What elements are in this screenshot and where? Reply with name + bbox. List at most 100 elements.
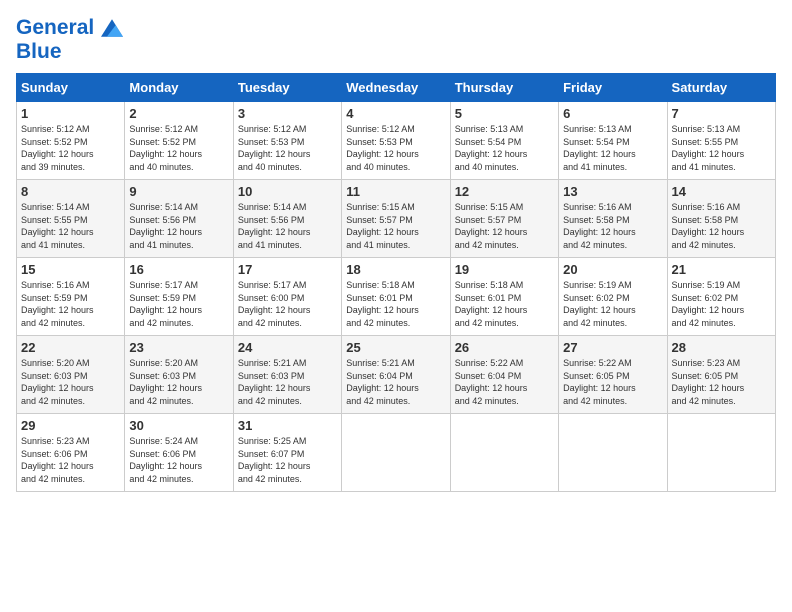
cell-info: Sunrise: 5:21 AMSunset: 6:03 PMDaylight:… xyxy=(238,358,311,406)
cell-info: Sunrise: 5:23 AMSunset: 6:05 PMDaylight:… xyxy=(672,358,745,406)
main-container: General Blue SundayMondayTuesdayWednesda… xyxy=(0,0,792,502)
calendar-cell: 10 Sunrise: 5:14 AMSunset: 5:56 PMDaylig… xyxy=(233,180,341,258)
cell-info: Sunrise: 5:12 AMSunset: 5:53 PMDaylight:… xyxy=(238,124,311,172)
cell-info: Sunrise: 5:18 AMSunset: 6:01 PMDaylight:… xyxy=(455,280,528,328)
day-number: 20 xyxy=(563,262,662,277)
weekday-header-cell: Thursday xyxy=(450,74,558,102)
cell-info: Sunrise: 5:13 AMSunset: 5:55 PMDaylight:… xyxy=(672,124,745,172)
calendar-week-row: 15 Sunrise: 5:16 AMSunset: 5:59 PMDaylig… xyxy=(17,258,776,336)
cell-info: Sunrise: 5:12 AMSunset: 5:53 PMDaylight:… xyxy=(346,124,419,172)
day-number: 12 xyxy=(455,184,554,199)
cell-info: Sunrise: 5:12 AMSunset: 5:52 PMDaylight:… xyxy=(129,124,202,172)
calendar-cell: 25 Sunrise: 5:21 AMSunset: 6:04 PMDaylig… xyxy=(342,336,450,414)
calendar-week-row: 1 Sunrise: 5:12 AMSunset: 5:52 PMDayligh… xyxy=(17,102,776,180)
cell-info: Sunrise: 5:14 AMSunset: 5:55 PMDaylight:… xyxy=(21,202,94,250)
weekday-header-cell: Wednesday xyxy=(342,74,450,102)
calendar-cell: 28 Sunrise: 5:23 AMSunset: 6:05 PMDaylig… xyxy=(667,336,775,414)
cell-info: Sunrise: 5:25 AMSunset: 6:07 PMDaylight:… xyxy=(238,436,311,484)
calendar-cell: 18 Sunrise: 5:18 AMSunset: 6:01 PMDaylig… xyxy=(342,258,450,336)
day-number: 7 xyxy=(672,106,771,121)
calendar-cell: 12 Sunrise: 5:15 AMSunset: 5:57 PMDaylig… xyxy=(450,180,558,258)
calendar-cell: 31 Sunrise: 5:25 AMSunset: 6:07 PMDaylig… xyxy=(233,414,341,492)
cell-info: Sunrise: 5:12 AMSunset: 5:52 PMDaylight:… xyxy=(21,124,94,172)
day-number: 9 xyxy=(129,184,228,199)
day-number: 25 xyxy=(346,340,445,355)
calendar-cell: 21 Sunrise: 5:19 AMSunset: 6:02 PMDaylig… xyxy=(667,258,775,336)
day-number: 23 xyxy=(129,340,228,355)
calendar-cell: 9 Sunrise: 5:14 AMSunset: 5:56 PMDayligh… xyxy=(125,180,233,258)
day-number: 4 xyxy=(346,106,445,121)
calendar-cell: 17 Sunrise: 5:17 AMSunset: 6:00 PMDaylig… xyxy=(233,258,341,336)
day-number: 14 xyxy=(672,184,771,199)
calendar-cell: 2 Sunrise: 5:12 AMSunset: 5:52 PMDayligh… xyxy=(125,102,233,180)
calendar-table: SundayMondayTuesdayWednesdayThursdayFrid… xyxy=(16,73,776,492)
cell-info: Sunrise: 5:13 AMSunset: 5:54 PMDaylight:… xyxy=(455,124,528,172)
cell-info: Sunrise: 5:15 AMSunset: 5:57 PMDaylight:… xyxy=(455,202,528,250)
calendar-cell xyxy=(342,414,450,492)
cell-info: Sunrise: 5:15 AMSunset: 5:57 PMDaylight:… xyxy=(346,202,419,250)
weekday-header-row: SundayMondayTuesdayWednesdayThursdayFrid… xyxy=(17,74,776,102)
weekday-header-cell: Friday xyxy=(559,74,667,102)
calendar-cell: 11 Sunrise: 5:15 AMSunset: 5:57 PMDaylig… xyxy=(342,180,450,258)
calendar-week-row: 8 Sunrise: 5:14 AMSunset: 5:55 PMDayligh… xyxy=(17,180,776,258)
logo-general: General xyxy=(16,16,94,39)
calendar-cell: 3 Sunrise: 5:12 AMSunset: 5:53 PMDayligh… xyxy=(233,102,341,180)
cell-info: Sunrise: 5:16 AMSunset: 5:58 PMDaylight:… xyxy=(672,202,745,250)
calendar-cell: 13 Sunrise: 5:16 AMSunset: 5:58 PMDaylig… xyxy=(559,180,667,258)
cell-info: Sunrise: 5:21 AMSunset: 6:04 PMDaylight:… xyxy=(346,358,419,406)
calendar-cell: 22 Sunrise: 5:20 AMSunset: 6:03 PMDaylig… xyxy=(17,336,125,414)
calendar-week-row: 29 Sunrise: 5:23 AMSunset: 6:06 PMDaylig… xyxy=(17,414,776,492)
day-number: 24 xyxy=(238,340,337,355)
day-number: 5 xyxy=(455,106,554,121)
cell-info: Sunrise: 5:22 AMSunset: 6:04 PMDaylight:… xyxy=(455,358,528,406)
calendar-cell: 27 Sunrise: 5:22 AMSunset: 6:05 PMDaylig… xyxy=(559,336,667,414)
day-number: 8 xyxy=(21,184,120,199)
cell-info: Sunrise: 5:20 AMSunset: 6:03 PMDaylight:… xyxy=(21,358,94,406)
weekday-header-cell: Saturday xyxy=(667,74,775,102)
day-number: 10 xyxy=(238,184,337,199)
calendar-cell: 4 Sunrise: 5:12 AMSunset: 5:53 PMDayligh… xyxy=(342,102,450,180)
cell-info: Sunrise: 5:23 AMSunset: 6:06 PMDaylight:… xyxy=(21,436,94,484)
calendar-cell: 20 Sunrise: 5:19 AMSunset: 6:02 PMDaylig… xyxy=(559,258,667,336)
day-number: 15 xyxy=(21,262,120,277)
day-number: 13 xyxy=(563,184,662,199)
weekday-header-cell: Tuesday xyxy=(233,74,341,102)
calendar-cell: 24 Sunrise: 5:21 AMSunset: 6:03 PMDaylig… xyxy=(233,336,341,414)
calendar-cell: 7 Sunrise: 5:13 AMSunset: 5:55 PMDayligh… xyxy=(667,102,775,180)
calendar-cell: 29 Sunrise: 5:23 AMSunset: 6:06 PMDaylig… xyxy=(17,414,125,492)
cell-info: Sunrise: 5:20 AMSunset: 6:03 PMDaylight:… xyxy=(129,358,202,406)
day-number: 18 xyxy=(346,262,445,277)
day-number: 6 xyxy=(563,106,662,121)
day-number: 21 xyxy=(672,262,771,277)
cell-info: Sunrise: 5:16 AMSunset: 5:58 PMDaylight:… xyxy=(563,202,636,250)
calendar-cell: 26 Sunrise: 5:22 AMSunset: 6:04 PMDaylig… xyxy=(450,336,558,414)
calendar-week-row: 22 Sunrise: 5:20 AMSunset: 6:03 PMDaylig… xyxy=(17,336,776,414)
logo-icon xyxy=(101,19,123,37)
cell-info: Sunrise: 5:19 AMSunset: 6:02 PMDaylight:… xyxy=(563,280,636,328)
day-number: 19 xyxy=(455,262,554,277)
day-number: 11 xyxy=(346,184,445,199)
logo: General Blue xyxy=(16,16,123,63)
day-number: 1 xyxy=(21,106,120,121)
day-number: 26 xyxy=(455,340,554,355)
weekday-header-cell: Sunday xyxy=(17,74,125,102)
day-number: 28 xyxy=(672,340,771,355)
cell-info: Sunrise: 5:18 AMSunset: 6:01 PMDaylight:… xyxy=(346,280,419,328)
day-number: 27 xyxy=(563,340,662,355)
calendar-cell: 1 Sunrise: 5:12 AMSunset: 5:52 PMDayligh… xyxy=(17,102,125,180)
calendar-cell: 6 Sunrise: 5:13 AMSunset: 5:54 PMDayligh… xyxy=(559,102,667,180)
day-number: 30 xyxy=(129,418,228,433)
calendar-cell: 16 Sunrise: 5:17 AMSunset: 5:59 PMDaylig… xyxy=(125,258,233,336)
cell-info: Sunrise: 5:17 AMSunset: 5:59 PMDaylight:… xyxy=(129,280,202,328)
cell-info: Sunrise: 5:14 AMSunset: 5:56 PMDaylight:… xyxy=(129,202,202,250)
calendar-cell: 14 Sunrise: 5:16 AMSunset: 5:58 PMDaylig… xyxy=(667,180,775,258)
day-number: 3 xyxy=(238,106,337,121)
calendar-cell: 8 Sunrise: 5:14 AMSunset: 5:55 PMDayligh… xyxy=(17,180,125,258)
day-number: 16 xyxy=(129,262,228,277)
cell-info: Sunrise: 5:14 AMSunset: 5:56 PMDaylight:… xyxy=(238,202,311,250)
cell-info: Sunrise: 5:22 AMSunset: 6:05 PMDaylight:… xyxy=(563,358,636,406)
logo-blue: Blue xyxy=(16,40,123,63)
calendar-cell: 23 Sunrise: 5:20 AMSunset: 6:03 PMDaylig… xyxy=(125,336,233,414)
cell-info: Sunrise: 5:13 AMSunset: 5:54 PMDaylight:… xyxy=(563,124,636,172)
calendar-cell: 5 Sunrise: 5:13 AMSunset: 5:54 PMDayligh… xyxy=(450,102,558,180)
